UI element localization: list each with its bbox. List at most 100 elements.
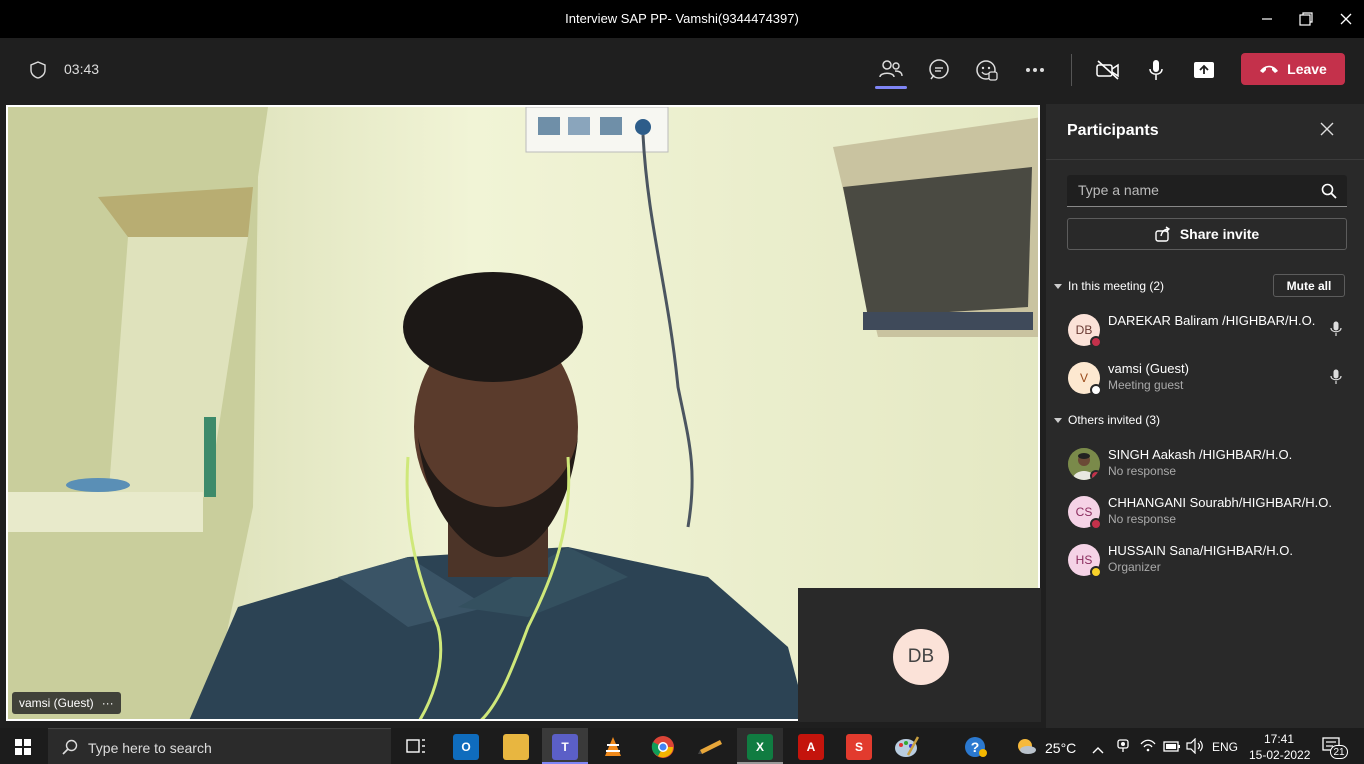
avatar-initials: DB [1075, 323, 1093, 337]
leave-label: Leave [1287, 61, 1327, 77]
microphone-icon [1330, 369, 1342, 390]
battery-icon[interactable] [1163, 740, 1181, 758]
participant-role: Meeting guest [1108, 378, 1184, 392]
outlook-app-icon[interactable]: O [453, 734, 479, 760]
in-meeting-label: In this meeting (2) [1068, 279, 1165, 293]
taskbar-search-placeholder: Type here to search [88, 740, 212, 756]
reactions-button[interactable] [973, 56, 1001, 84]
others-invited-label: Others invited (3) [1068, 413, 1161, 427]
camera-status-icon[interactable] [1116, 739, 1130, 758]
title-bar: Interview SAP PP- Vamshi(9344474397) [0, 0, 1364, 38]
leave-button[interactable]: Leave [1241, 53, 1345, 85]
chrome-app-icon[interactable] [651, 735, 675, 764]
in-meeting-section-header[interactable]: In this meeting (2) [1054, 279, 1164, 293]
clock-date[interactable]: 15-02-2022 [1249, 748, 1310, 762]
more-icon [1026, 68, 1044, 72]
chevron-up-icon[interactable] [1092, 741, 1104, 759]
meeting-timer: 03:43 [64, 61, 100, 77]
microphone-button[interactable] [1142, 56, 1170, 84]
volume-icon[interactable] [1186, 737, 1204, 759]
camera-button[interactable] [1094, 56, 1122, 84]
participants-panel: Participants Share invite In this meetin… [1046, 104, 1364, 728]
restore-button[interactable] [1294, 8, 1318, 30]
video-more-options[interactable]: ··· [102, 696, 114, 710]
participant-item[interactable]: V vamsi (Guest) Meeting guest [1068, 357, 1358, 397]
participant-item[interactable]: SINGH Aakash /HIGHBAR/H.O. No response [1068, 443, 1358, 483]
notification-count-badge: 21 [1330, 745, 1348, 759]
windows-start-button[interactable] [15, 739, 31, 760]
pen-tool-app-icon[interactable] [698, 738, 724, 759]
participant-name: DAREKAR Baliram /HIGHBAR/H.O. [1108, 313, 1316, 328]
microphone-icon [1330, 321, 1342, 342]
shield-icon [24, 56, 52, 84]
participants-button[interactable] [877, 56, 905, 84]
toolbar-divider [1071, 54, 1072, 86]
participant-name: HUSSAIN Sana/HIGHBAR/H.O. [1108, 543, 1293, 558]
language-indicator[interactable]: ENG [1212, 740, 1238, 754]
minimize-icon [1262, 18, 1272, 20]
hang-up-icon [1260, 65, 1279, 73]
participant-status: No response [1108, 512, 1177, 526]
temperature-readout[interactable]: 25°C [1045, 740, 1076, 756]
microphone-icon [1149, 60, 1163, 80]
status-unknown-indicator [1090, 384, 1102, 396]
more-actions-button[interactable] [1021, 56, 1049, 84]
file-explorer-icon[interactable] [503, 734, 529, 760]
help-icon[interactable]: ? [964, 736, 988, 763]
participant-name: SINGH Aakash /HIGHBAR/H.O. [1108, 447, 1293, 462]
others-invited-section-header[interactable]: Others invited (3) [1054, 413, 1160, 427]
minimize-button[interactable] [1255, 8, 1279, 30]
chevron-down-icon [1054, 283, 1062, 289]
participant-item[interactable]: DB DAREKAR Baliram /HIGHBAR/H.O. [1068, 309, 1358, 349]
avatar: CS [1068, 496, 1102, 530]
video-name-tag[interactable]: vamsi (Guest) ··· [12, 692, 121, 714]
paint-app-icon[interactable] [894, 735, 920, 764]
active-tab-indicator [875, 86, 907, 89]
share-tray-icon [1194, 62, 1214, 78]
participant-status: No response [1108, 464, 1177, 478]
avatar: HS [1068, 544, 1102, 578]
participant-search[interactable] [1067, 175, 1347, 207]
wifi-icon[interactable] [1140, 738, 1156, 757]
notification-center-button[interactable]: 21 [1322, 737, 1348, 760]
participant-name: vamsi (Guest) [1108, 361, 1189, 376]
chat-icon [929, 59, 949, 80]
weather-icon[interactable] [1015, 737, 1037, 760]
excel-taskbar-button[interactable]: X [737, 728, 783, 764]
panel-title: Participants [1067, 122, 1159, 139]
acrobat-app-icon[interactable]: A [798, 734, 824, 760]
share-screen-button[interactable] [1190, 56, 1218, 84]
self-view-tile[interactable]: DB [798, 588, 1041, 722]
status-busy-indicator [1090, 518, 1102, 530]
taskbar-search-box[interactable]: Type here to search [48, 728, 391, 764]
teams-taskbar-button[interactable]: T [542, 728, 588, 764]
avatar: DB [1068, 314, 1102, 348]
close-panel-button[interactable] [1320, 122, 1334, 141]
vlc-app-icon[interactable] [603, 736, 623, 763]
share-invite-button[interactable]: Share invite [1067, 218, 1347, 250]
avatar-initials: CS [1075, 505, 1093, 519]
clock-time[interactable]: 17:41 [1264, 732, 1294, 746]
chat-button[interactable] [925, 56, 953, 84]
task-view-button[interactable] [406, 738, 426, 759]
avatar-initials: HS [1075, 553, 1093, 567]
status-busy-indicator [1090, 336, 1102, 348]
search-icon [62, 739, 78, 755]
svg-text:?: ? [971, 739, 980, 755]
close-window-button[interactable] [1334, 8, 1358, 30]
windows-taskbar: Type here to search O T X A S ? 25°C ENG… [0, 728, 1364, 764]
mute-all-button[interactable]: Mute all [1273, 274, 1345, 297]
teams-app-icon: T [552, 734, 578, 760]
status-away-indicator [1090, 566, 1102, 578]
close-icon [1320, 122, 1334, 136]
avatar: V [1068, 362, 1102, 396]
meeting-toolbar: 03:43 Leave [0, 38, 1364, 102]
avatar-initials: V [1079, 371, 1088, 385]
participant-search-input[interactable] [1078, 182, 1308, 198]
participant-item[interactable]: HS HUSSAIN Sana/HIGHBAR/H.O. Organizer [1068, 539, 1358, 579]
participant-name: CHHANGANI Sourabh/HIGHBAR/H.O. [1108, 495, 1332, 510]
s-app-icon[interactable]: S [846, 734, 872, 760]
avatar [1068, 448, 1100, 480]
participant-item[interactable]: CS CHHANGANI Sourabh/HIGHBAR/H.O. No res… [1068, 491, 1358, 531]
windows-logo-icon [15, 739, 31, 755]
